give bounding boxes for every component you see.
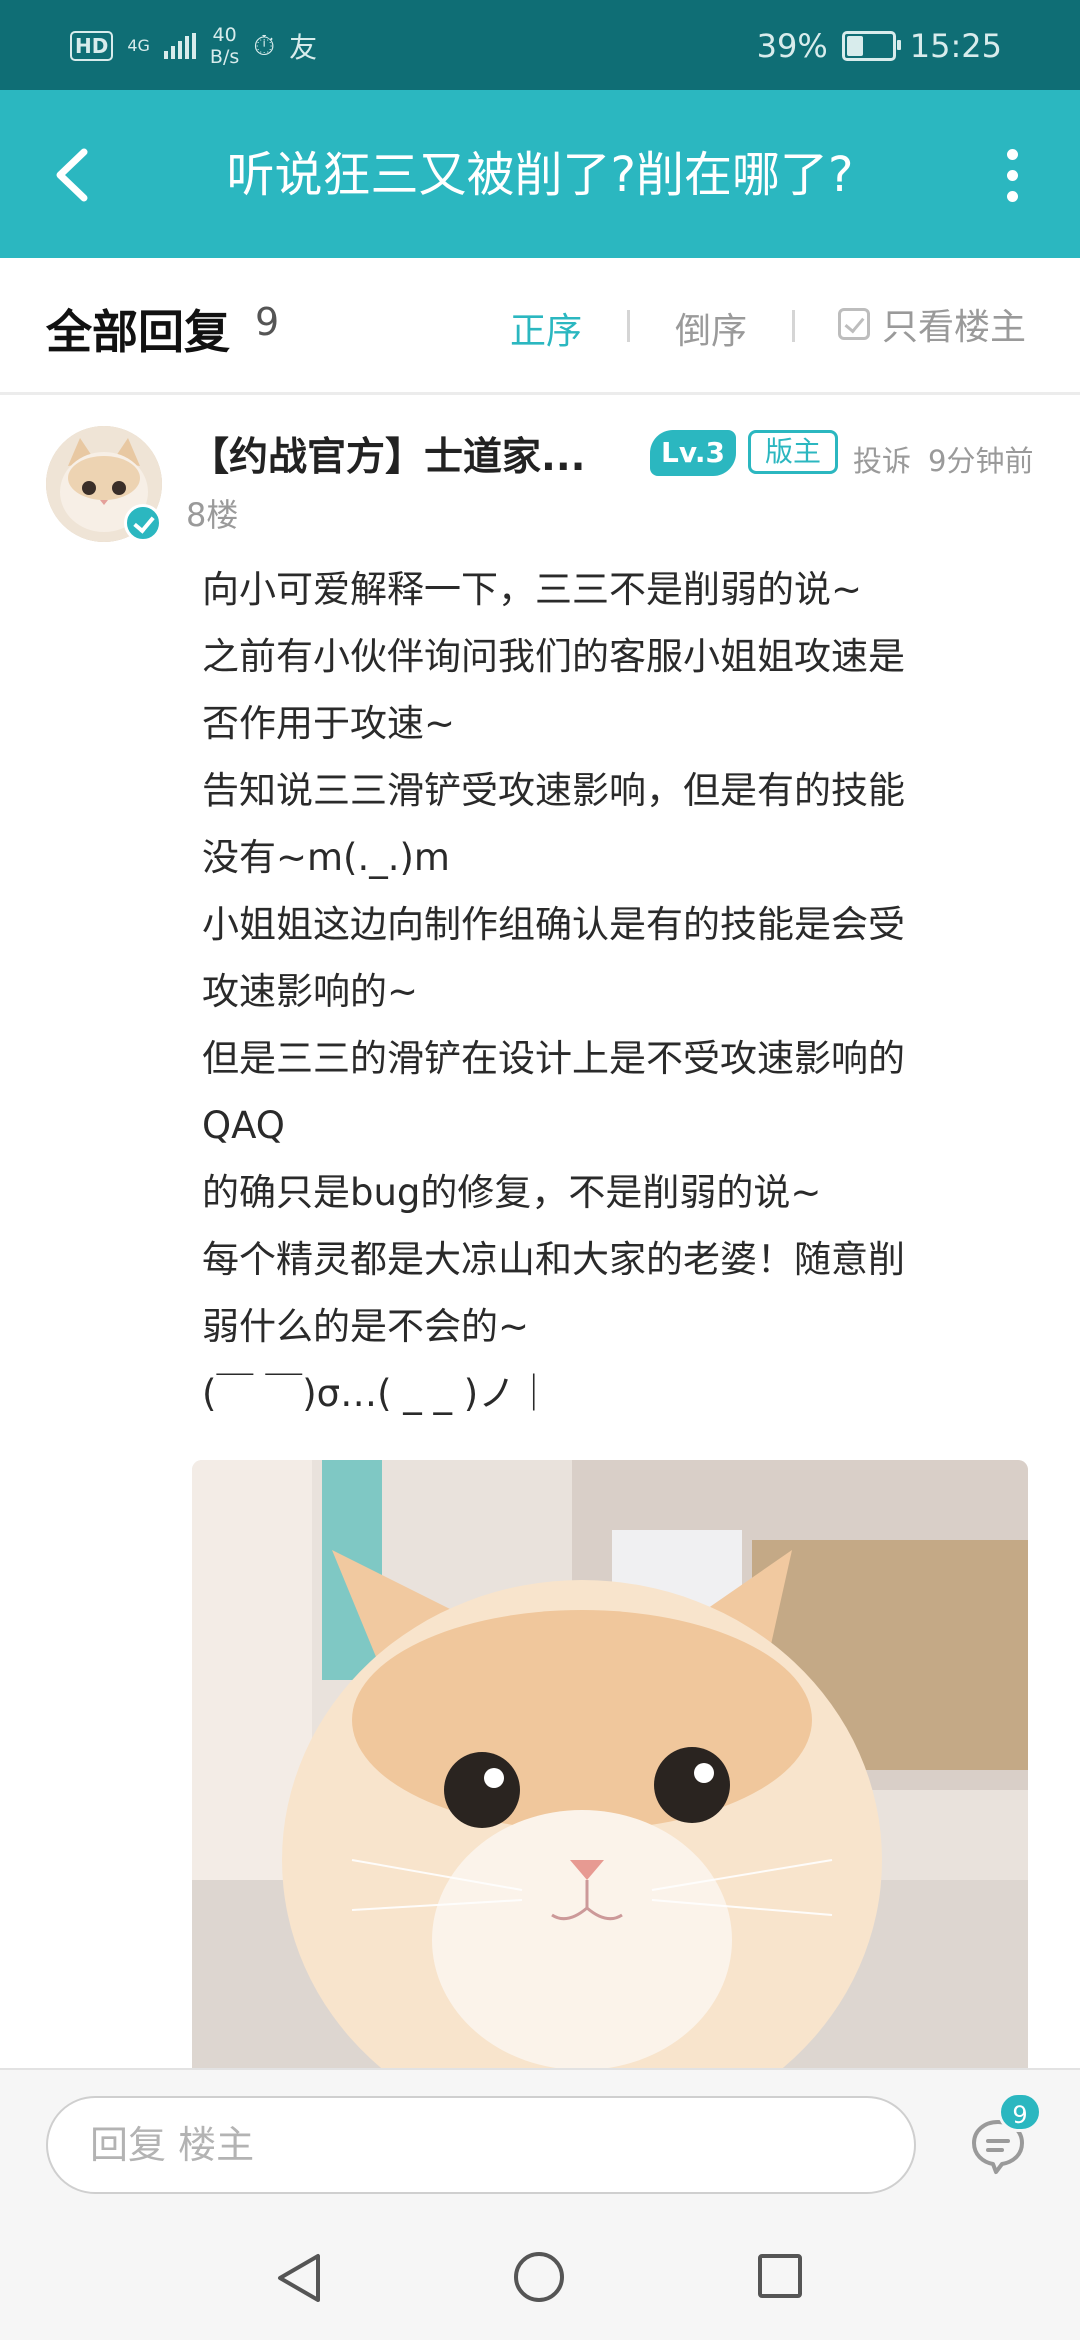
verified-check-icon: [124, 504, 162, 542]
username[interactable]: 【约战官方】士道家...: [190, 426, 585, 482]
network-type: 4G: [127, 36, 150, 55]
checkbox-icon: [838, 308, 870, 340]
post-text-line: 向小可爱解释一下，三三不是削弱的说~: [202, 568, 863, 611]
sort-ascending-tab[interactable]: 正序: [510, 302, 582, 354]
only-op-label: 只看楼主: [882, 307, 1027, 348]
level-badge: Lv.3: [650, 430, 736, 476]
status-right: 39% 15:25: [757, 20, 1002, 72]
more-options-button[interactable]: [984, 140, 1040, 210]
comments-count-badge: 9: [998, 2092, 1042, 2132]
clock: 15:25: [909, 27, 1002, 65]
hd-indicator: HD: [70, 31, 114, 61]
battery-icon: [841, 31, 901, 61]
all-replies-title: 全部回复: [46, 305, 230, 359]
report-link[interactable]: 投诉: [853, 438, 911, 480]
reply-bar: 回复 楼主 9: [0, 2068, 1080, 2218]
post-content: 向小可爱解释一下，三三不是削弱的说~ 之前有小伙伴询问我们的客服小姐姐攻速是 否…: [202, 556, 1032, 1427]
post-text-line: 攻速影响的~: [202, 970, 419, 1013]
app-notification-icon: 友: [289, 31, 318, 64]
moderator-badge: 版主: [748, 430, 838, 474]
divider: [627, 310, 630, 342]
nav-home-icon[interactable]: [514, 2252, 564, 2302]
title-bar: 听说狂三又被削了?削在哪了?: [0, 90, 1080, 258]
nav-recents-icon[interactable]: [758, 2254, 802, 2298]
post-text-line: 但是三三的滑铲在设计上是不受攻速影响的: [202, 1037, 905, 1080]
post-text-line: 之前有小伙伴询问我们的客服小姐姐攻速是: [202, 635, 905, 678]
network-speed-value: 40: [212, 24, 237, 46]
back-button[interactable]: [40, 140, 110, 210]
status-left: HD 4G 40 B/s ⏱ 友: [70, 18, 317, 74]
post-text-line: QAQ: [202, 1104, 285, 1147]
post-text-line: 告知说三三滑铲受攻速影响，但是有的技能: [202, 769, 905, 812]
post-text-line: 小姐姐这边向制作组确认是有的技能是会受: [202, 903, 905, 946]
nav-back-icon[interactable]: [270, 2252, 330, 2304]
post-time: 9分钟前: [928, 444, 1034, 478]
more-vertical-icon: [1006, 148, 1018, 160]
network-speed-unit: B/s: [209, 46, 240, 68]
signal-icon: [163, 33, 196, 59]
status-bar: HD 4G 40 B/s ⏱ 友 39% 15:25: [0, 0, 1080, 90]
reply-header: 全部回复 9 正序 倒序 只看楼主: [0, 258, 1080, 395]
alarm-icon: ⏱: [253, 29, 276, 62]
post-text-line: 每个精灵都是大凉山和大家的老婆！随意削: [202, 1238, 905, 1281]
post-text-line: 弱什么的是不会的~: [202, 1305, 530, 1348]
sort-descending-tab[interactable]: 倒序: [675, 302, 747, 354]
reply-input[interactable]: 回复 楼主: [46, 2096, 916, 2194]
floor-number: 8楼: [186, 496, 239, 534]
post-text-line: (￣ ￣)σ…( _ _ )ノ｜: [202, 1372, 553, 1415]
post-text-line: 的确只是bug的修复，不是削弱的说~: [202, 1171, 822, 1214]
thread-title: 听说狂三又被削了?削在哪了?: [226, 147, 854, 203]
battery-percent: 39%: [756, 27, 828, 65]
post-image[interactable]: [192, 1460, 1028, 2090]
only-op-toggle[interactable]: 只看楼主: [838, 302, 1026, 348]
divider: [792, 310, 795, 342]
cat-photo: [192, 1460, 1028, 2090]
system-nav-bar: [0, 2216, 1080, 2340]
post-text-line: 否作用于攻速~: [202, 702, 456, 745]
network-speed: 40 B/s: [210, 24, 239, 68]
back-arrow-icon: [56, 148, 88, 202]
reply-count: 9: [255, 300, 280, 344]
post-text-line: 没有~m(._.)m: [202, 836, 450, 879]
